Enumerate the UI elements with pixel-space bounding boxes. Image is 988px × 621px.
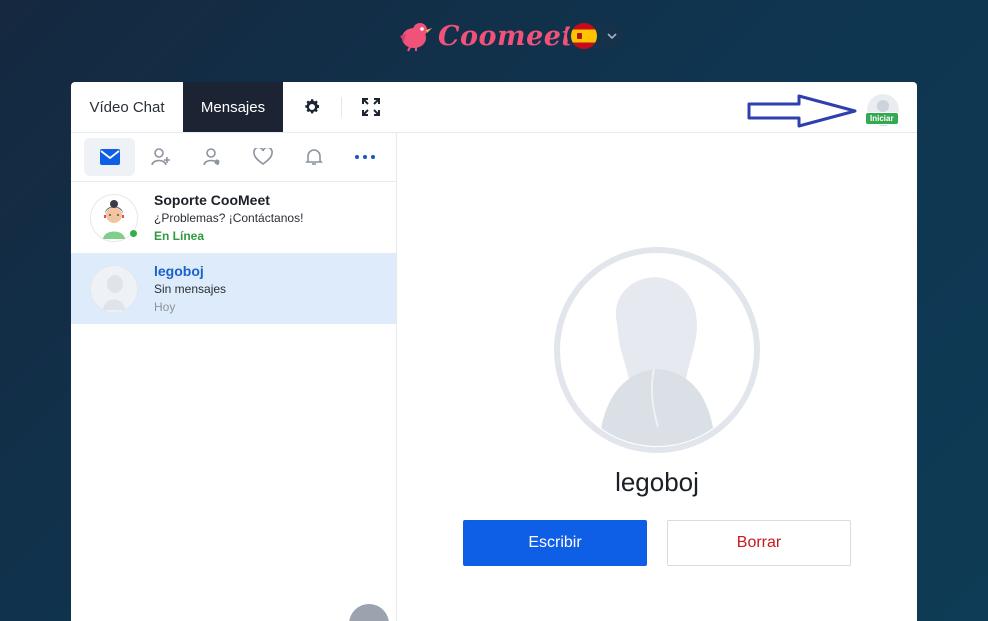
conversation-filters [71, 133, 396, 182]
subtab-more[interactable] [339, 138, 390, 176]
bird-logo-icon [400, 23, 432, 52]
brand-name: Coomeet [438, 20, 575, 52]
avatar [90, 264, 138, 313]
tab-messages[interactable]: Mensajes [183, 82, 283, 132]
avatar [90, 193, 139, 242]
fullscreen-icon [362, 98, 380, 116]
contact-item-legoboj[interactable]: legoboj Sin mensajes Hoy [71, 253, 396, 324]
profile-panel: legoboj Escribir Borrar [397, 133, 917, 621]
subtab-messages[interactable] [84, 138, 135, 176]
contact-last-message: ¿Problemas? ¡Contáctanos! [154, 210, 304, 225]
subtab-contacts[interactable] [186, 138, 237, 176]
language-selector[interactable] [567, 22, 623, 50]
user-icon [202, 148, 219, 166]
contact-status: En Línea [154, 228, 205, 243]
contact-last-message: Sin mensajes [154, 281, 227, 296]
messenger-window: Vídeo Chat Mensajes Iniciar Soporte CooM… [71, 82, 917, 621]
contact-item-support[interactable]: Soporte CooMeet ¿Problemas? ¡Contáctanos… [71, 182, 396, 253]
delete-button[interactable]: Borrar [667, 520, 851, 566]
brand-logo[interactable]: Coomeet [396, 18, 574, 54]
contact-name: Soporte CooMeet [154, 191, 270, 208]
start-badge[interactable]: Iniciar [865, 112, 899, 125]
online-indicator [128, 227, 139, 239]
mail-icon [99, 149, 120, 165]
settings-button[interactable] [283, 82, 341, 132]
subtab-friend-requests[interactable] [135, 138, 186, 176]
arrow-annotation-icon [747, 94, 857, 128]
chevron-down-icon [603, 27, 621, 45]
gear-icon [305, 99, 320, 114]
subtab-notifications[interactable] [288, 138, 339, 176]
profile-name: legoboj [615, 467, 699, 497]
add-user-icon [150, 148, 170, 166]
tab-video-chat[interactable]: Vídeo Chat [71, 82, 183, 132]
floating-avatar-button[interactable] [349, 604, 389, 621]
fullscreen-button[interactable] [342, 82, 400, 132]
write-button[interactable]: Escribir [463, 520, 647, 566]
bell-icon [304, 149, 323, 165]
contact-status: Hoy [154, 299, 176, 314]
spain-flag-icon [571, 23, 597, 49]
topbar: Vídeo Chat Mensajes Iniciar [71, 82, 917, 133]
user-silhouette-icon [92, 266, 136, 311]
contact-name: legoboj [154, 262, 204, 279]
subtab-favorites[interactable] [237, 138, 288, 176]
heart-icon [252, 148, 273, 165]
more-icon [354, 155, 375, 159]
conversations-panel: Soporte CooMeet ¿Problemas? ¡Contáctanos… [71, 133, 397, 621]
profile-avatar [554, 247, 760, 453]
